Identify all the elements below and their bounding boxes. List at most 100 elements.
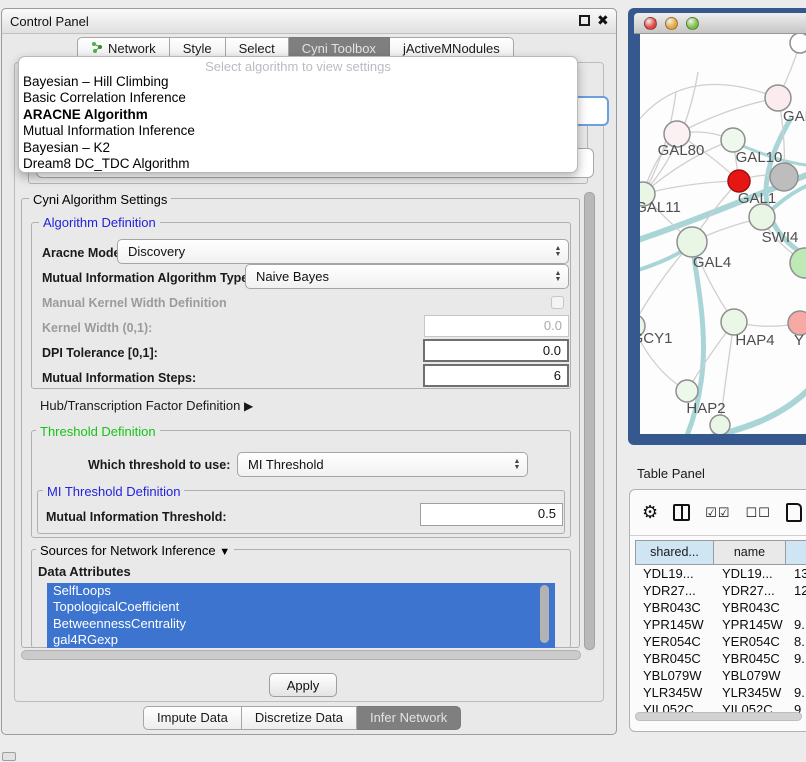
algorithm-definition-legend: Algorithm Definition	[39, 215, 160, 230]
table-cell: YLR345W	[635, 684, 714, 701]
settings-horizontal-scrollbar[interactable]	[21, 650, 581, 660]
unchecked-boxes-icon[interactable]: ☐☐	[745, 505, 770, 521]
dpi-tolerance-field[interactable]: 0.0	[423, 339, 569, 362]
network-canvas[interactable]: GALGAL80GAL10GAL1GAL11SWI4GAL4GCY1HAP4YH…	[640, 34, 806, 434]
table-cell: YBR045C	[714, 650, 786, 667]
algorithm-option[interactable]: Bayesian – Hill Climbing	[19, 74, 577, 90]
tab-impute-data[interactable]: Impute Data	[143, 706, 242, 730]
apply-button[interactable]: Apply	[269, 673, 337, 697]
mi-threshold-label: Mutual Information Threshold:	[46, 510, 227, 524]
zoom-traffic-light-icon[interactable]	[686, 17, 699, 30]
dpi-tolerance-label: DPI Tolerance [0,1]:	[42, 346, 158, 360]
mi-steps-field[interactable]: 6	[423, 364, 569, 387]
table-row[interactable]: YBR043CYBR043C	[635, 599, 806, 616]
table-row[interactable]: YBR045CYBR045C9.	[635, 650, 806, 667]
mi-type-value: Naive Bayes	[246, 269, 552, 284]
table-row[interactable]: YPR145WYPR145W9.	[635, 616, 806, 633]
column-header[interactable]: shared...	[635, 540, 714, 565]
table-cell: YBL079W	[714, 667, 786, 684]
table-row[interactable]: YER054CYER054C8.	[635, 633, 806, 650]
table-cell: YBR043C	[714, 599, 786, 616]
table-cell: YDL19...	[635, 565, 714, 582]
table-cell: YLR345W	[714, 684, 786, 701]
settings-vertical-scrollbar[interactable]	[584, 192, 595, 652]
network-view-window: GALGAL80GAL10GAL1GAL11SWI4GAL4GCY1HAP4YH…	[628, 8, 806, 445]
which-threshold-value: MI Threshold	[238, 457, 511, 472]
which-threshold-combo[interactable]: MI Threshold ▲▼	[237, 452, 528, 477]
table-cell	[786, 599, 806, 616]
attribute-item[interactable]: SelfLoops	[47, 583, 555, 599]
table-cell: YPR145W	[714, 616, 786, 633]
network-node-hap2[interactable]	[676, 380, 698, 402]
kernel-width-field[interactable]: 0.0	[424, 315, 569, 337]
column-header[interactable]: name	[714, 540, 786, 565]
table-cell: 9.	[786, 650, 806, 667]
threshold-legend: Threshold Definition	[36, 424, 160, 439]
table-cell: 12	[786, 582, 806, 599]
table-cell: 8.	[786, 633, 806, 650]
data-attributes-list: SelfLoopsTopologicalCoefficientBetweenne…	[47, 583, 555, 648]
hub-definition-expander[interactable]: Hub/Transcription Factor Definition ▶	[40, 398, 253, 413]
mi-threshold-legend: MI Threshold Definition	[43, 484, 184, 499]
table-row[interactable]: YDR27...YDR27...12	[635, 582, 806, 599]
tab-label: jActiveMNodules	[403, 41, 500, 56]
algorithm-option[interactable]: Mutual Information Inference	[19, 123, 577, 139]
application-window: Control Panel ✖ NetworkStyleSelectCyni T…	[0, 0, 806, 762]
network-node-gal4[interactable]	[677, 227, 707, 257]
tab-label: Discretize Data	[255, 710, 343, 725]
minimize-traffic-light-icon[interactable]	[665, 17, 678, 30]
network-node[interactable]	[770, 163, 798, 191]
attribute-item[interactable]: TopologicalCoefficient	[47, 599, 555, 615]
algorithm-option[interactable]: Basic Correlation Inference	[19, 90, 577, 106]
aracne-mode-combo[interactable]: Discovery ▲▼	[117, 239, 569, 264]
mi-type-combo[interactable]: Naive Bayes ▲▼	[245, 264, 569, 289]
table-horizontal-scrollbar[interactable]	[635, 712, 802, 721]
gear-icon[interactable]: ⚙	[642, 502, 658, 523]
control-panel-titlebar[interactable]	[1, 8, 617, 34]
checked-boxes-icon[interactable]: ☑☑	[705, 505, 730, 521]
network-icon	[91, 41, 103, 56]
table-cell: YDL19...	[714, 565, 786, 582]
table-row[interactable]: YLR345WYLR345W9.	[635, 684, 806, 701]
tab-infer-network[interactable]: Infer Network	[357, 706, 461, 730]
attribute-item[interactable]: gal4RGexp	[47, 632, 555, 648]
close-traffic-light-icon[interactable]	[644, 17, 657, 30]
table-cell: YPR145W	[635, 616, 714, 633]
document-icon[interactable]	[786, 503, 802, 522]
algorithm-option[interactable]: ARACNE Algorithm	[19, 107, 577, 123]
mi-threshold-field[interactable]: 0.5	[420, 503, 563, 526]
algorithm-option[interactable]: Dream8 DC_TDC Algorithm	[19, 156, 577, 172]
expand-right-icon: ▶	[244, 399, 253, 413]
table-row[interactable]: YDL19...YDL19...13	[635, 565, 806, 582]
algorithm-dropdown-popup: Select algorithm to view settings Bayesi…	[18, 56, 578, 173]
attributes-scrollbar[interactable]	[540, 585, 549, 643]
column-header[interactable]	[786, 540, 806, 565]
tab-discretize-data[interactable]: Discretize Data	[242, 706, 357, 730]
table-cell: 9.	[786, 616, 806, 633]
table-row[interactable]: YBL079WYBL079W	[635, 667, 806, 684]
attribute-item[interactable]: BetweennessCentrality	[47, 616, 555, 632]
panel-restore-icon[interactable]	[2, 752, 16, 761]
cyni-settings-legend: Cyni Algorithm Settings	[29, 192, 171, 207]
table-panel-toolbar: ⚙ ☑☑ ☐☐	[630, 490, 806, 536]
algorithm-option[interactable]: Bayesian – K2	[19, 140, 577, 156]
close-icon[interactable]: ✖	[597, 12, 609, 29]
split-columns-icon[interactable]	[673, 504, 690, 521]
table-panel-title: Table Panel	[637, 466, 705, 481]
table-cell: YBR045C	[635, 650, 714, 667]
tab-label: Style	[183, 41, 212, 56]
table-cell: YDR27...	[635, 582, 714, 599]
table-cell: YER054C	[635, 633, 714, 650]
network-node[interactable]	[710, 415, 730, 434]
network-window-titlebar[interactable]	[634, 13, 806, 34]
which-threshold-label: Which threshold to use:	[88, 458, 230, 472]
manual-kernel-checkbox[interactable]	[551, 296, 564, 309]
manual-kernel-label: Manual Kernel Width Definition	[42, 296, 227, 310]
network-node[interactable]	[790, 34, 806, 53]
network-node-gal1[interactable]	[728, 170, 750, 192]
network-node-swi4[interactable]	[749, 204, 775, 230]
network-node[interactable]	[790, 248, 806, 278]
node-label: SWI4	[762, 229, 799, 246]
float-window-icon[interactable]	[579, 15, 590, 26]
sources-legend[interactable]: Sources for Network Inference ▼	[36, 543, 234, 558]
